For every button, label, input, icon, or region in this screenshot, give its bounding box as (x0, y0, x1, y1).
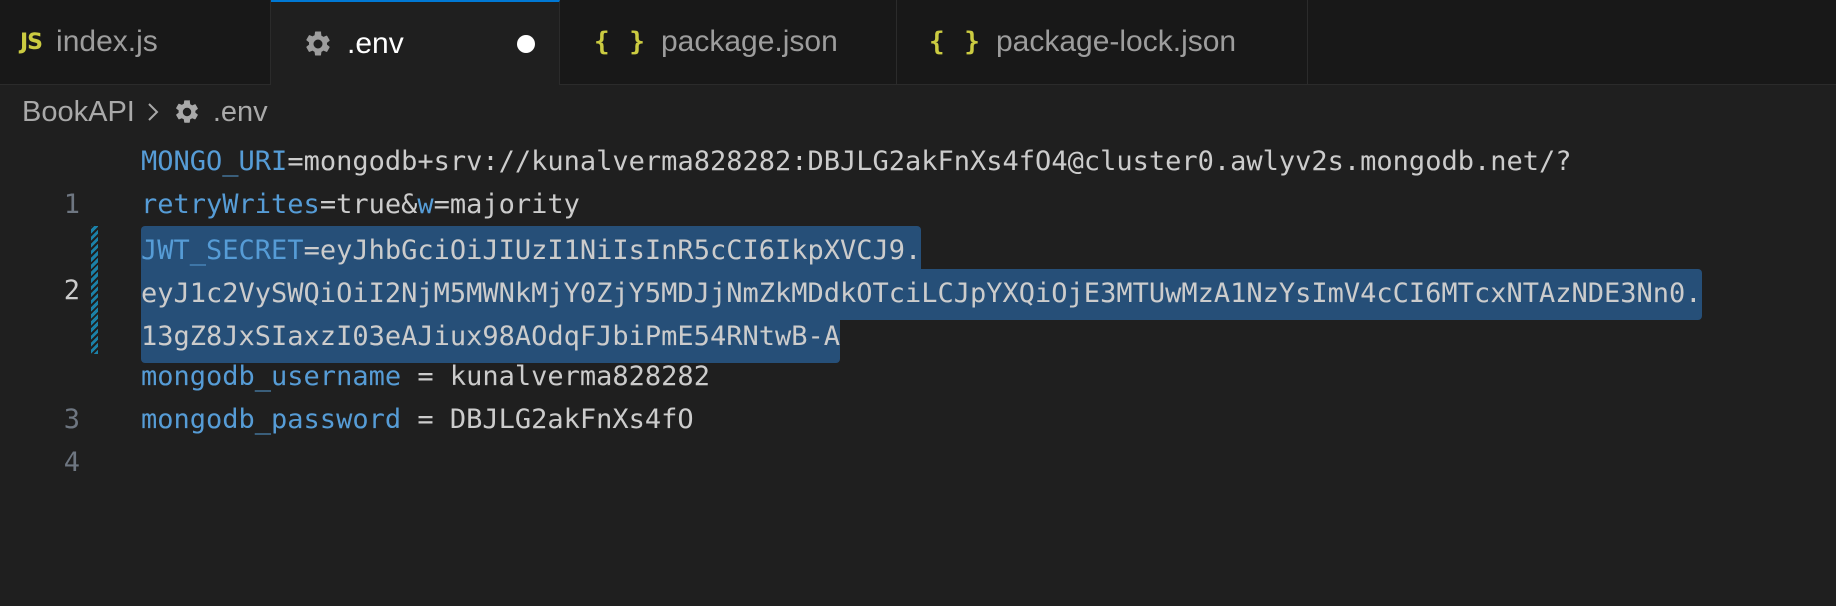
tab-package-json[interactable]: { } package.json (560, 0, 897, 84)
env-key: mongodb_password (141, 404, 402, 435)
braces-icon: { } (929, 27, 982, 57)
url-param-value: =majority (433, 189, 580, 220)
code-line-1-wrap[interactable]: retryWrites=true&w=majority (0, 183, 1836, 226)
tab-label: package.json (660, 25, 838, 58)
env-key: mongodb_username (141, 361, 402, 392)
env-value: =eyJhbGciOiJIUzI1NiIsInR5cCI6IkpXVCJ9. (303, 235, 922, 266)
env-key: MONGO_URI (141, 146, 288, 177)
code-editor[interactable]: 1 MONGO_URI=mongodb+srv://kunalverma8282… (0, 140, 1836, 478)
js-icon: JS (20, 29, 43, 55)
gear-icon (173, 98, 201, 126)
code-line-1[interactable]: 1 MONGO_URI=mongodb+srv://kunalverma8282… (0, 140, 1836, 220)
url-param-key: retryWrites (141, 189, 320, 220)
tab-label: package-lock.json (995, 25, 1237, 58)
tab-label: index.js (56, 25, 158, 58)
env-value: 13gZ8JxSIaxzI03eAJiux98AOdqFJbiPmE54RNtw… (141, 321, 840, 352)
code-line-4[interactable]: 4 mongodb_password = DBJLG2akFnXs4fO (0, 398, 1836, 478)
env-value: = kunalverma828282 (401, 361, 710, 392)
tab-label: .env (347, 26, 404, 60)
code-line-2-wrap[interactable]: eyJ1c2VySWQiOiI2NjM5MWNkMjY0ZjY5MDJjNmZk… (0, 269, 1836, 320)
env-value: = DBJLG2akFnXs4fO (401, 404, 694, 435)
tab-index-js[interactable]: JS index.js (0, 0, 271, 84)
breadcrumb-file[interactable]: .env (213, 96, 268, 129)
gear-icon (303, 29, 333, 59)
line-number: 4 (63, 447, 80, 478)
breadcrumb-folder[interactable]: BookAPI (22, 96, 135, 129)
editor-window: JS index.js .env { } package.json { } pa… (0, 0, 1836, 606)
code-line-3[interactable]: 3 mongodb_username = kunalverma828282 (0, 355, 1836, 435)
braces-icon: { } (594, 27, 647, 57)
env-value: eyJ1c2VySWQiOiI2NjM5MWNkMjY0ZjY5MDJjNmZk… (141, 278, 1702, 309)
breadcrumb: BookAPI .env (22, 92, 268, 132)
chevron-right-icon (145, 100, 161, 124)
tab-env[interactable]: .env (271, 0, 560, 85)
url-param-value: =true& (319, 189, 418, 220)
tab-package-lock-json[interactable]: { } package-lock.json (897, 0, 1308, 84)
env-key: JWT_SECRET (141, 235, 304, 266)
tab-bar: JS index.js .env { } package.json { } pa… (0, 0, 1836, 85)
unsaved-dot-icon[interactable] (517, 34, 535, 53)
code-line-2-wrap[interactable]: 13gZ8JxSIaxzI03eAJiux98AOdqFJbiPmE54RNtw… (0, 312, 1836, 363)
url-param-key: w (417, 189, 434, 220)
env-value: =mongodb+srv://kunalverma828282:DBJLG2ak… (287, 146, 1572, 177)
code-line-2[interactable]: 2 JWT_SECRET=eyJhbGciOiJIUzI1NiIsInR5cCI… (0, 226, 1836, 306)
